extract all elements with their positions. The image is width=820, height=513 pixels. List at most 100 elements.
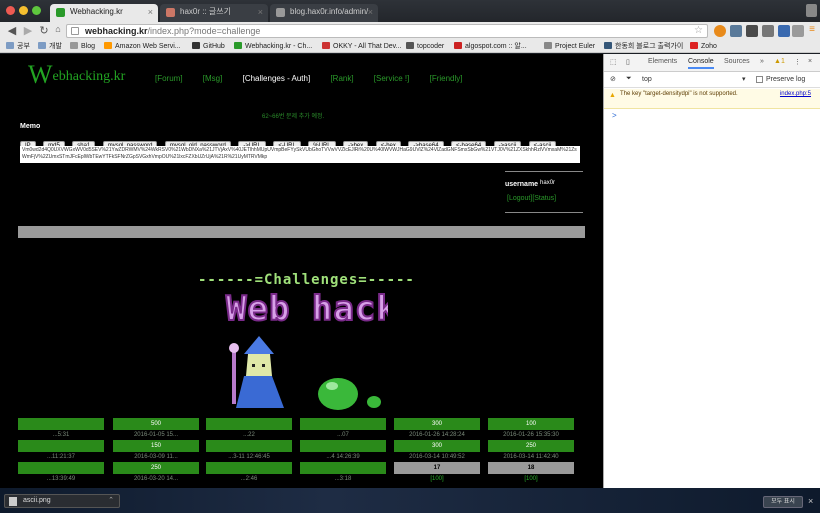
close-tab-icon[interactable]: × (148, 4, 153, 20)
memo-textarea[interactable]: Vm0wd2d4Q0UXVWGxWV0d5SEV%21YwZDRWMV%24Wk… (20, 146, 580, 163)
tab-webhacking[interactable]: Webhacking.kr × (50, 4, 158, 22)
download-item[interactable]: ascii.png ⌃ (4, 494, 120, 508)
tab-title: Webhacking.kr (70, 7, 123, 16)
bookmark-star-icon[interactable]: ☆ (694, 25, 703, 37)
profile-button[interactable] (806, 4, 817, 17)
devtools-menu-icon[interactable]: ⋮ (794, 58, 801, 66)
bookmark-item[interactable]: Webhacking.kr - Ch... (234, 41, 312, 52)
forward-icon[interactable]: ▶ (22, 24, 34, 37)
folder-icon (6, 42, 14, 49)
nav-msg[interactable]: [Msg] (203, 74, 223, 83)
slime-mascot (318, 378, 381, 410)
user-box: username hax0r [Logout][Status] (505, 171, 583, 213)
nav-friendly[interactable]: [Friendly] (430, 74, 463, 83)
back-icon[interactable]: ◀ (6, 24, 18, 37)
reload-icon[interactable]: ↻ (38, 24, 50, 37)
maximize-window-icon[interactable] (32, 6, 41, 15)
extension-icon[interactable] (746, 25, 758, 37)
favicon-icon (166, 8, 175, 17)
context-dropdown-icon[interactable]: ▾ (742, 75, 746, 83)
favicon-icon (70, 42, 78, 49)
nav-rank[interactable]: [Rank] (330, 74, 353, 83)
extension-icon[interactable] (762, 25, 774, 37)
challenge-solved-date: ...2:46 (240, 476, 258, 482)
favicon-icon (322, 42, 330, 49)
warning-source-link[interactable]: index.php:5 (780, 91, 811, 98)
logout-link[interactable]: [Logout] (507, 195, 532, 202)
bookmark-item[interactable]: topcoder (406, 41, 444, 52)
favicon-icon (56, 8, 65, 17)
bookmark-item[interactable]: Amazon Web Servi... (104, 41, 181, 52)
inspect-icon[interactable]: ⬚ (610, 58, 617, 66)
minimize-window-icon[interactable] (19, 6, 28, 15)
extension-icon[interactable] (778, 25, 790, 37)
preserve-log-label: Preserve log (766, 76, 806, 83)
extension-icon[interactable] (714, 25, 726, 37)
status-link[interactable]: [Status] (532, 195, 556, 202)
more-tabs-icon[interactable]: » (760, 58, 764, 65)
favicon-icon (406, 42, 414, 49)
clear-console-icon[interactable]: ⊘ (610, 75, 616, 83)
filter-icon[interactable]: ⏷ (626, 75, 632, 83)
bookmark-item[interactable]: GitHub (192, 41, 225, 52)
bookmark-item[interactable]: algospot.com :: 알... (454, 41, 527, 52)
tab-sources[interactable]: Sources (724, 58, 750, 65)
console-prompt[interactable]: > (612, 111, 617, 120)
challenge-points-link[interactable]: [100] (488, 473, 574, 485)
bookmark-item[interactable]: 한동희 블로그 출력가이 (604, 41, 683, 52)
console-filter-bar: ⊘ ⏷ top ▾ Preserve log (604, 72, 820, 88)
address-bar[interactable]: webhacking.kr/index.php?mode=challenge ☆ (66, 24, 708, 38)
memo-label: Memo (20, 123, 41, 130)
site-logo[interactable]: Webhacking.kr (28, 60, 125, 90)
show-all-button[interactable]: 모두 표시 (763, 496, 803, 508)
notice-text: 62~66번 문제 추가 예정. (262, 114, 325, 120)
warning-icon: ▲ (609, 92, 616, 99)
url-path: /index.php?mode=challenge (147, 26, 261, 36)
devtools-tabbar: ⬚ ▯ Elements Console Sources » ▲1 ⋮ × (604, 54, 820, 72)
tab-title: blog.hax0r.info/admin/ (290, 7, 369, 16)
extension-icon[interactable] (730, 25, 742, 37)
favicon-icon (604, 42, 612, 49)
banner-text: Web hack (226, 289, 388, 328)
menu-icon[interactable]: ≡ (806, 24, 818, 35)
close-icon[interactable]: × (808, 496, 813, 506)
tab-blog-admin[interactable]: blog.hax0r.info/admin/ × (270, 4, 378, 22)
favicon-icon (192, 42, 200, 49)
bookmark-item[interactable]: Blog (70, 41, 95, 52)
warning-count-badge[interactable]: ▲1 (774, 58, 785, 65)
tab-console[interactable]: Console (688, 58, 714, 69)
challenges-title: ------=Challenges=----- (198, 272, 415, 288)
challenge-solved-date: ...13:39:49 (46, 476, 76, 482)
folder-icon (38, 42, 46, 49)
device-mode-icon[interactable]: ▯ (626, 58, 630, 66)
bookmark-item[interactable]: 개발 (38, 41, 62, 52)
tab-elements[interactable]: Elements (648, 58, 677, 65)
download-filename: ascii.png (23, 497, 51, 504)
page-info-icon[interactable] (71, 27, 79, 35)
challenge-points-link[interactable]: [100] (394, 473, 480, 485)
tab-bar: Webhacking.kr × hax0r :: 글쓰기 × blog.hax0… (0, 0, 820, 22)
tab-blog-write[interactable]: hax0r :: 글쓰기 × (160, 4, 268, 22)
preserve-log-checkbox[interactable] (756, 76, 763, 83)
nav-forum[interactable]: [Forum] (155, 74, 183, 83)
chevron-down-icon[interactable]: ⌃ (108, 495, 114, 507)
close-tab-icon[interactable]: × (368, 4, 373, 20)
extension-icon[interactable] (792, 25, 804, 37)
web-hack-banner: Web hack (225, 288, 388, 328)
nav-service[interactable]: [Service !] (374, 74, 410, 83)
home-icon[interactable]: ⌂ (52, 24, 64, 34)
favicon-icon (454, 42, 462, 49)
close-tab-icon[interactable]: × (258, 4, 263, 20)
site-nav: [Forum] [Msg] [Challenges - Auth] [Rank]… (155, 74, 481, 83)
divider-bar (18, 226, 585, 238)
bookmark-item[interactable]: Zoho (690, 41, 717, 52)
bookmark-item[interactable]: 공부 (6, 41, 30, 52)
bookmark-item[interactable]: Project Euler (544, 41, 595, 52)
username-label: username hax0r (505, 180, 556, 188)
tab-title: hax0r :: 글쓰기 (180, 7, 231, 16)
nav-challenges[interactable]: [Challenges - Auth] (243, 74, 311, 83)
bookmark-item[interactable]: OKKY - All That Dev... (322, 41, 401, 52)
close-devtools-icon[interactable]: × (808, 58, 812, 65)
close-window-icon[interactable] (6, 6, 15, 15)
context-select[interactable]: top (642, 76, 652, 83)
